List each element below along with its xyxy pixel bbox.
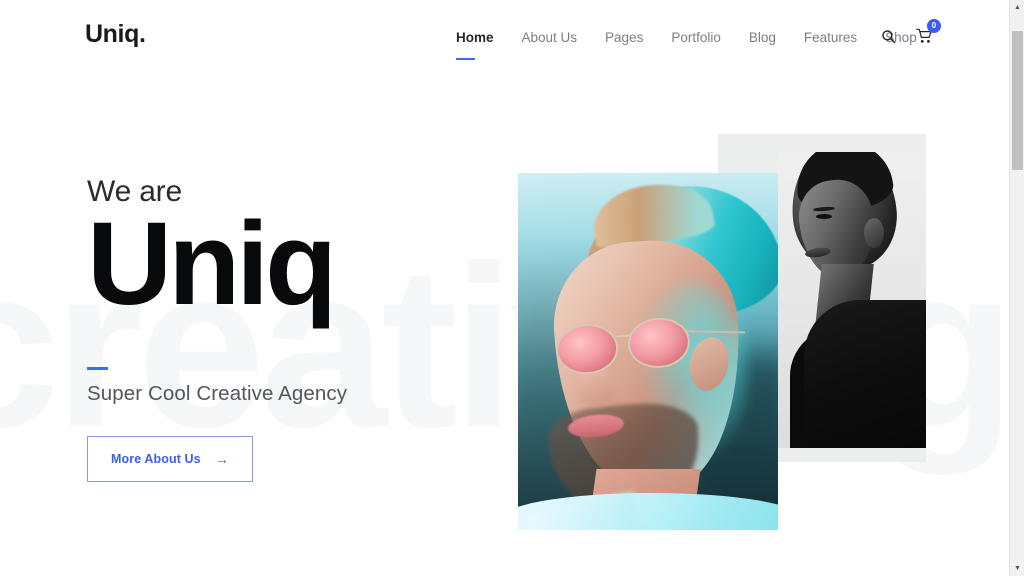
shopping-cart-icon[interactable]: 0 — [914, 19, 941, 46]
more-about-us-label: More About Us — [111, 452, 201, 467]
nav-item-features[interactable]: Features — [790, 28, 871, 48]
scroll-up-arrow-icon[interactable]: ▲ — [1010, 0, 1024, 15]
vertical-scrollbar[interactable]: ▲ ▼ — [1009, 0, 1024, 576]
nav-item-portfolio[interactable]: Portfolio — [657, 28, 735, 48]
page-viewport: Uniq. Home About Us Pages Portfolio Blog… — [0, 0, 1009, 576]
hero-title: Uniq — [87, 198, 337, 330]
nav-item-home-label: Home — [456, 30, 494, 45]
sunglass-lens-right — [625, 315, 692, 371]
scrollbar-thumb[interactable] — [1012, 31, 1023, 170]
nav-item-blog[interactable]: Blog — [735, 28, 790, 48]
photo-secondary-bw-portrait — [778, 152, 926, 448]
arrow-right-icon: → — [214, 451, 229, 468]
bw-eye-shape — [816, 214, 832, 219]
hero-accent-rule — [87, 366, 108, 370]
main-navigation: Home About Us Pages Portfolio Blog Featu… — [448, 28, 931, 60]
nav-active-underline — [456, 58, 475, 60]
photo-primary-teal-portrait — [518, 173, 778, 530]
sunglass-temple-arm — [687, 330, 746, 334]
hero-subtitle: Super Cool Creative Agency — [87, 381, 348, 405]
nav-item-about-us[interactable]: About Us — [508, 28, 592, 48]
hero-copy-block: We are Uniq Super Cool Creative Agency M… — [87, 175, 348, 483]
search-icon[interactable] — [878, 26, 898, 46]
bw-shirt-shape — [804, 300, 926, 448]
more-about-us-button[interactable]: More About Us → — [87, 436, 253, 483]
brand-logo[interactable]: Uniq. — [85, 22, 146, 47]
site-header: Uniq. Home About Us Pages Portfolio Blog… — [0, 0, 1009, 75]
nav-item-home[interactable]: Home — [448, 28, 508, 60]
sunglass-lens-left — [554, 321, 621, 377]
scroll-down-arrow-icon[interactable]: ▼ — [1010, 561, 1024, 576]
cart-count-badge: 0 — [927, 19, 941, 33]
bw-ear-shape — [864, 218, 884, 248]
nav-item-pages[interactable]: Pages — [591, 28, 657, 48]
header-icon-group: 0 — [878, 19, 941, 46]
